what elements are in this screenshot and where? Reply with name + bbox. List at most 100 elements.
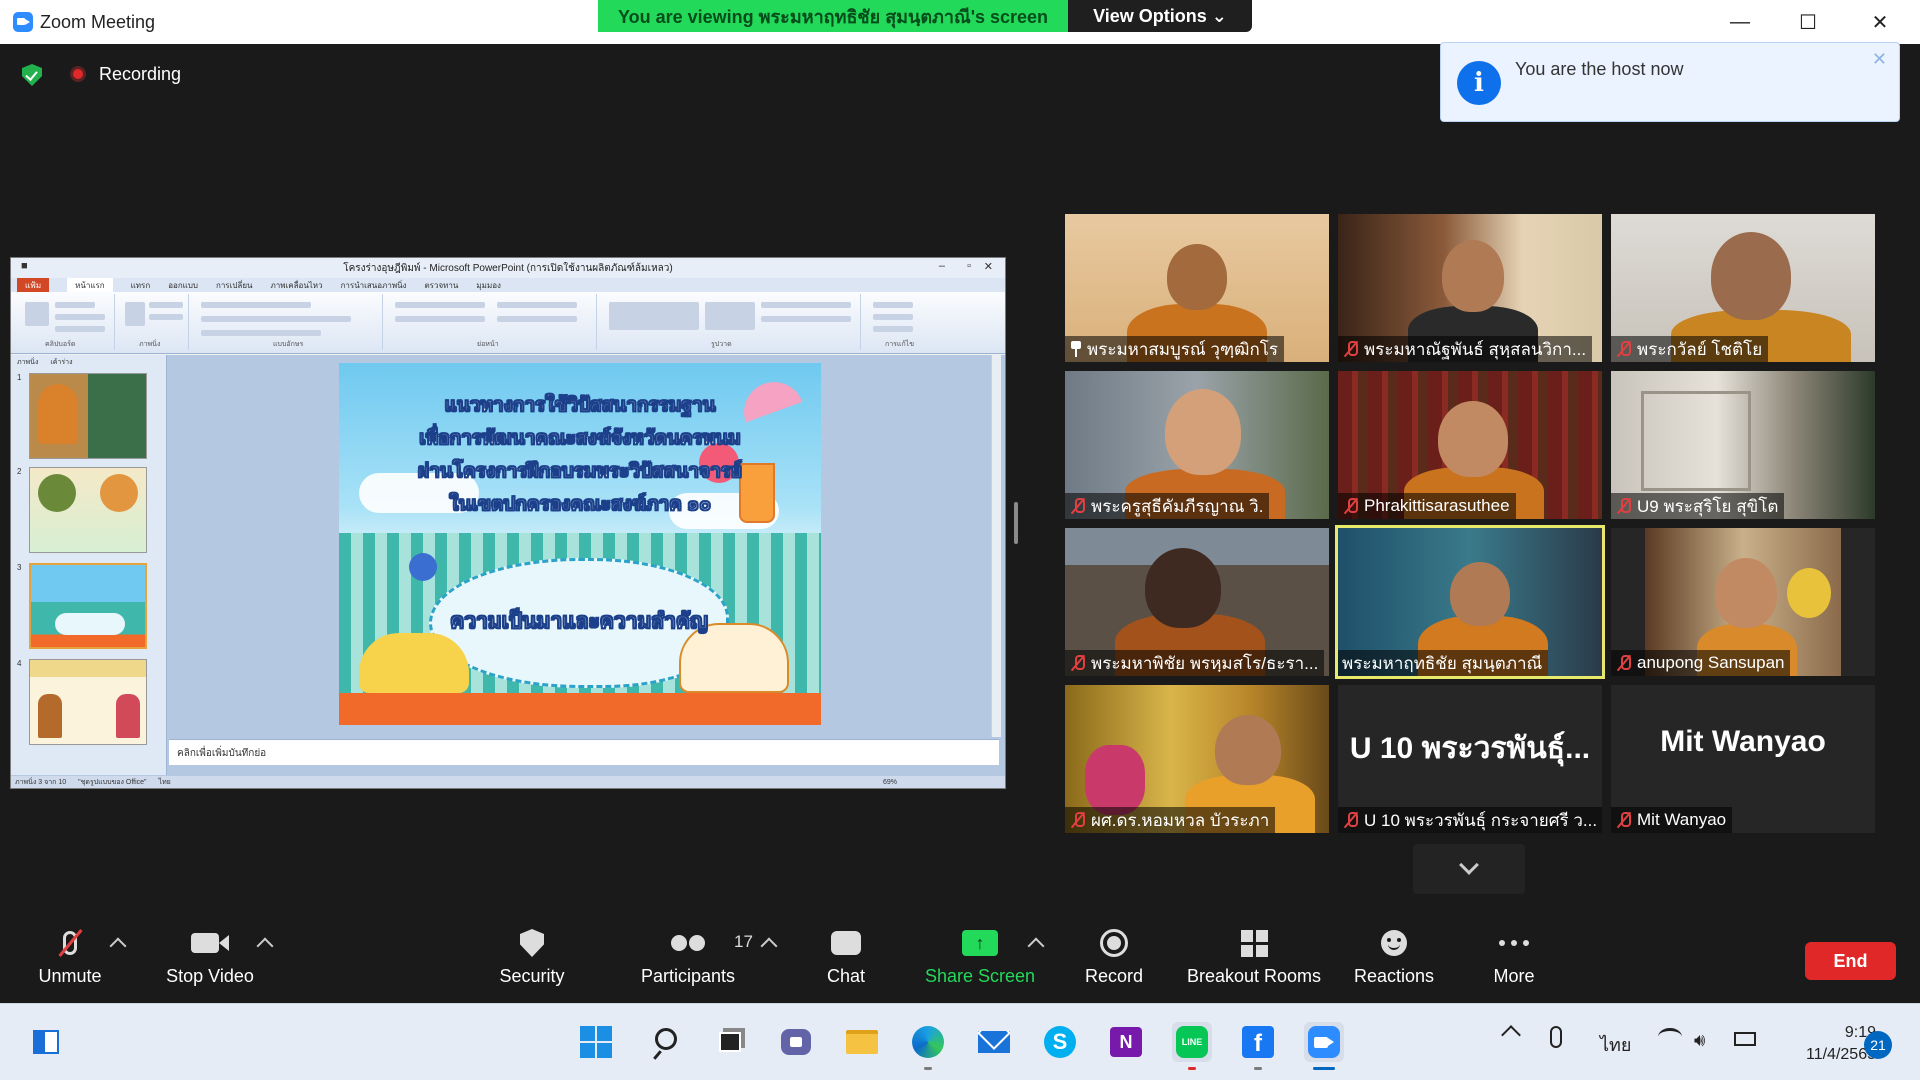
slide-thumbnail: [29, 373, 147, 459]
ppt-tab: มุมมอง: [476, 280, 501, 290]
reactions-button[interactable]: Reactions: [1354, 924, 1434, 994]
stop-video-button[interactable]: Stop Video: [160, 924, 260, 994]
participant-tile[interactable]: ผศ.ดร.หอมหวล บัวระภา: [1065, 685, 1329, 833]
muted-mic-icon: [1342, 497, 1360, 515]
participant-tile[interactable]: Phrakittisarasuthee: [1338, 371, 1602, 519]
muted-mic-icon: [1615, 654, 1633, 672]
participant-tile[interactable]: พระมหาณัฐพันธ์ สุหฺสลนวิกา...: [1338, 214, 1602, 362]
notification-close-icon[interactable]: ✕: [1872, 49, 1887, 70]
breakout-rooms-icon: [1224, 924, 1284, 962]
edge-browser-icon[interactable]: [908, 1022, 948, 1070]
share-screen-button[interactable]: ↑ Share Screen: [920, 924, 1040, 994]
participant-name-label: U 10 พระวรพันธุ์ กระจายศรี ว...: [1338, 807, 1602, 833]
participant-display-name: Mit Wanyao: [1660, 725, 1826, 758]
slide-title: แนวทางการใช้วิปัสสนากรรมฐาน เพื่อการพัฒน…: [417, 395, 743, 516]
participant-tile-video-off[interactable]: U 10 พระวรพันธุ์... U 10 พระวรพันธุ์ กระ…: [1338, 685, 1602, 833]
security-shield-icon: [502, 924, 562, 962]
participant-name-label: พระครูสุธีคัมภีรญาณ วิ.: [1065, 493, 1270, 519]
participant-name-label: ผศ.ดร.หอมหวล บัวระภา: [1065, 807, 1276, 833]
minimize-button[interactable]: —: [1708, 0, 1772, 44]
slide-number: 4: [17, 659, 22, 668]
maximize-button[interactable]: ☐: [1776, 0, 1840, 44]
battery-icon[interactable]: [1734, 1032, 1756, 1046]
teams-chat-icon[interactable]: [776, 1022, 816, 1062]
windows-start-icon[interactable]: [576, 1022, 616, 1062]
ppt-ribbon-tabs: แฟ้ม หน้าแรก แทรก ออกแบบ การเปลี่ยน ภาพเ…: [11, 278, 1005, 292]
close-button[interactable]: ✕: [1848, 0, 1912, 44]
skype-icon[interactable]: S: [1040, 1022, 1080, 1062]
muted-mic-icon: [1615, 497, 1633, 515]
muted-mic-icon: [1069, 811, 1087, 829]
host-notification: i You are the host now ✕: [1440, 42, 1900, 122]
mail-icon[interactable]: [974, 1022, 1014, 1062]
task-view-icon[interactable]: [710, 1022, 750, 1062]
ppt-tab: ออกแบบ: [168, 280, 198, 290]
ppt-zoom-level: 69%: [882, 778, 897, 786]
participants-options-caret-icon[interactable]: [760, 937, 778, 955]
ppt-minimize-icon: –: [938, 260, 945, 272]
next-page-chevron-down-icon[interactable]: [1413, 844, 1525, 894]
breakout-rooms-button[interactable]: Breakout Rooms: [1184, 924, 1324, 994]
volume-icon[interactable]: 🔊︎: [1694, 1030, 1705, 1051]
security-button[interactable]: Security: [492, 924, 572, 994]
ppt-window-title: โครงร่างอุษฎีพิมพ์ - Microsoft PowerPoin…: [343, 262, 673, 274]
facebook-icon[interactable]: f: [1238, 1022, 1278, 1070]
end-meeting-button[interactable]: End: [1805, 942, 1896, 980]
wifi-icon[interactable]: [1658, 1028, 1682, 1046]
slide-thumbnail-selected: [29, 563, 147, 649]
zoom-taskbar-icon[interactable]: [1304, 1022, 1344, 1070]
line-app-icon[interactable]: LINE: [1172, 1022, 1212, 1070]
participant-tile[interactable]: พระครูสุธีคัมภีรญาณ วิ.: [1065, 371, 1329, 519]
search-icon[interactable]: [644, 1022, 684, 1062]
encryption-shield-icon[interactable]: [22, 64, 42, 86]
slide-thumbnail-panel: ภาพนิ่ง เค้าร่าง 1 2 3 4: [11, 355, 167, 775]
participant-tile[interactable]: พระกวัลย์ โชติโย: [1611, 214, 1875, 362]
file-explorer-icon[interactable]: [842, 1022, 882, 1062]
participant-tile[interactable]: พระมหาสมบูรณ์ วุฑฺฒิกโร: [1065, 214, 1329, 362]
participant-tile[interactable]: พระมหาพิชัย พรหฺมสโร/ธะรา...: [1065, 528, 1329, 676]
participant-tile-video-off[interactable]: Mit Wanyao Mit Wanyao: [1611, 685, 1875, 833]
ppt-ribbon: คลิปบอร์ด ภาพนิ่ง แบบอักษร ย่อหน้า รูปวา…: [11, 292, 1005, 354]
ppt-tab: แทรก: [130, 280, 151, 290]
slide-subtitle: ความเป็นมาและความสำคัญ: [450, 610, 708, 634]
show-hidden-icons-chevron-up-icon[interactable]: [1501, 1025, 1521, 1045]
chat-button[interactable]: Chat: [816, 924, 876, 994]
record-icon: [1084, 924, 1144, 962]
ppt-title-bar: โครงร่างอุษฎีพิมพ์ - Microsoft PowerPoin…: [11, 258, 1005, 278]
more-button[interactable]: More: [1484, 924, 1544, 994]
slide-thumbnail: [29, 659, 147, 745]
view-options-button[interactable]: View Options ⌄: [1068, 0, 1252, 32]
participant-name-label: Mit Wanyao: [1611, 807, 1733, 833]
ppt-status-bar: ภาพนิ่ง 3 จาก 10 "ชุดรูปแบบของ Office" ไ…: [11, 776, 1005, 788]
participant-tile[interactable]: anupong Sansupan: [1611, 528, 1875, 676]
participant-tile-active-speaker[interactable]: พระมหาฤทธิชัย สุมนฺตภาณี: [1335, 525, 1605, 679]
record-button[interactable]: Record: [1084, 924, 1144, 994]
muted-mic-icon: [1342, 811, 1360, 829]
recording-label[interactable]: Recording: [99, 64, 181, 85]
participant-name-label: พระมหาฤทธิชัย สุมนฺตภาณี: [1338, 650, 1549, 676]
recording-icon[interactable]: [70, 66, 86, 82]
unmute-button[interactable]: Unmute: [30, 924, 110, 994]
shared-screen[interactable]: โครงร่างอุษฎีพิมพ์ - Microsoft PowerPoin…: [10, 257, 1006, 789]
participant-tile[interactable]: U9 พระสุริโย สุขิโต: [1611, 371, 1875, 519]
windows-taskbar: S N LINE f ไทย 🔊︎ 9:19 11/4/2565 21: [0, 1003, 1920, 1080]
info-icon: i: [1457, 61, 1501, 105]
muted-mic-icon: [1069, 497, 1087, 515]
widgets-icon[interactable]: [26, 1022, 66, 1062]
ribbon-group-label: รูปวาด: [711, 341, 732, 348]
ppt-tab: ภาพเคลื่อนไหว: [270, 280, 323, 290]
ppt-maximize-icon: ▫: [967, 260, 971, 272]
chat-bubble-icon: [816, 924, 876, 962]
audio-options-caret-icon[interactable]: [109, 937, 127, 955]
notification-message: You are the host now: [1515, 59, 1684, 79]
microphone-icon[interactable]: [1550, 1026, 1562, 1048]
input-language[interactable]: ไทย: [1600, 1030, 1631, 1059]
participant-name-label: พระมหาสมบูรณ์ วุฑฺฒิกโร: [1065, 336, 1284, 362]
notification-count-badge[interactable]: 21: [1864, 1031, 1892, 1059]
slide-edit-area: แนวทางการใช้วิปัสสนากรรมฐาน เพื่อการพัฒน…: [169, 355, 999, 737]
participants-button[interactable]: 17 Participants: [638, 924, 753, 994]
slide-panel-tabs: ภาพนิ่ง เค้าร่าง: [11, 355, 166, 369]
panel-splitter-handle[interactable]: [1014, 502, 1018, 544]
slide-number: 3: [17, 563, 22, 572]
onenote-icon[interactable]: N: [1106, 1022, 1146, 1062]
